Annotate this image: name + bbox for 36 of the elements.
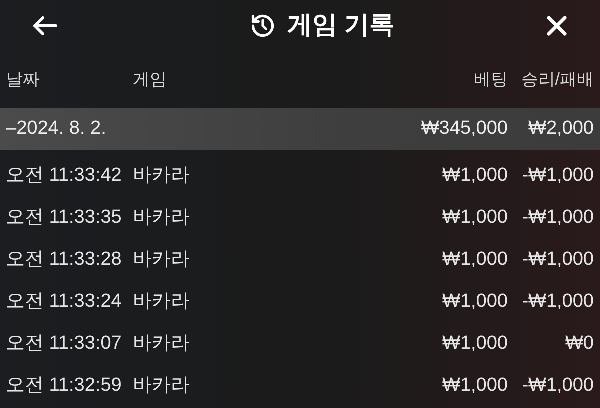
column-header: 날짜 (6, 69, 41, 92)
table-cell-text: ₩1,000 (442, 374, 508, 398)
table-cell-text: 오전 11:33:07 (6, 332, 123, 356)
table-cell-text: 바카라 (133, 374, 191, 398)
table-cell-text: -₩1,000 (522, 164, 594, 188)
table-cell-text: 바카라 (133, 164, 191, 188)
table-cell-text: 오전 11:33:35 (6, 206, 123, 230)
window-title: 게임 기록 (288, 10, 394, 42)
group-result-total: ₩2,000 (528, 116, 594, 141)
table-cell-text: 바카라 (133, 248, 191, 272)
date-group-row[interactable]: –2024. 8. 2. ₩345,000 ₩2,000 (0, 108, 600, 150)
group-bet-total: ₩345,000 (421, 116, 508, 141)
table-cell-text: -₩1,000 (522, 248, 594, 272)
close-icon (546, 15, 568, 37)
column-header: 게임 (133, 69, 168, 92)
column-header: 승리/패배 (521, 69, 594, 92)
table-cell-text: 오전 11:33:42 (6, 164, 123, 188)
back-arrow-icon (32, 15, 58, 37)
column-header: 베팅 (474, 69, 508, 92)
table-cell-text: 바카라 (133, 290, 191, 314)
table-cell-text: -₩1,000 (522, 206, 594, 230)
table-cell-text: ₩0 (566, 332, 594, 356)
table-cell-text: 오전 11:33:28 (6, 248, 123, 272)
table-cell-text: -₩1,000 (522, 290, 594, 314)
table-cell-text: 바카라 (133, 206, 191, 230)
group-date: –2024. 8. 2. (6, 116, 108, 141)
table-cell-text: 오전 11:33:24 (6, 290, 123, 314)
table-cell-text: ₩1,000 (442, 290, 508, 314)
history-icon (250, 13, 276, 39)
table-cell-text: 오전 11:32:59 (6, 374, 123, 398)
table-cell-text: ₩1,000 (442, 332, 508, 356)
table-cell-text: -₩1,000 (522, 374, 594, 398)
table-cell-text: ₩1,000 (442, 248, 508, 272)
table-cell-text: 바카라 (133, 332, 191, 356)
table-cell-text: ₩1,000 (442, 164, 508, 188)
table-cell-text: ₩1,000 (442, 206, 508, 230)
